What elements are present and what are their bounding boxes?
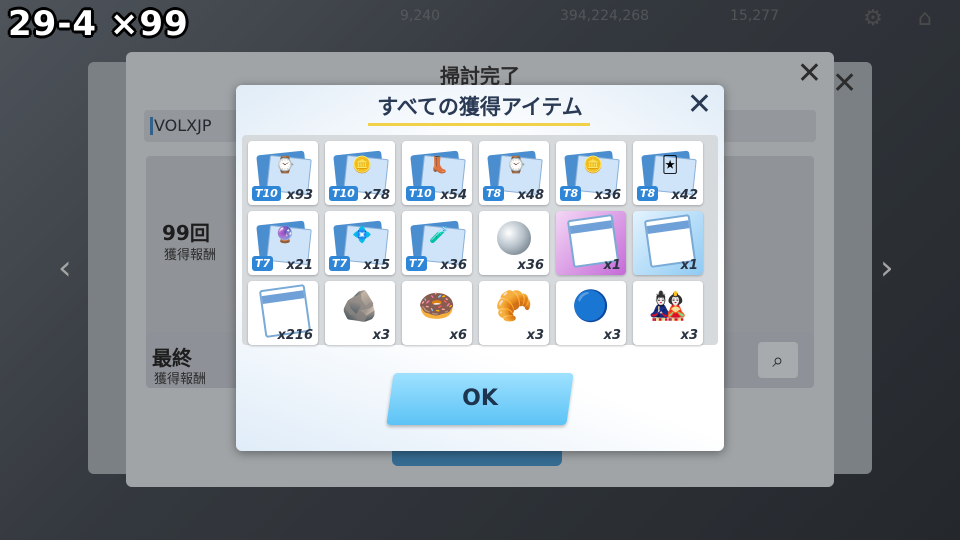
blueprint-icon: 🪙 (331, 150, 389, 196)
item-tile[interactable]: x36 (479, 211, 549, 275)
ring-artifact-icon: 🍩 (418, 289, 456, 324)
tier-badge: T7 (252, 256, 274, 271)
pink-badge-icon: 💠 (352, 225, 372, 244)
item-tile[interactable]: 🃏 T8 x42 (633, 141, 703, 205)
item-tile[interactable]: 🪨 x3 (325, 281, 395, 345)
title-underline (368, 123, 590, 126)
item-grid-container: ⌚ T10 x93 🪙 T10 x78 👢 T10 x54 ⌚ T8 x48 🪙 T8 x36 🃏 T8 x42 🔮… (242, 135, 718, 345)
item-tile[interactable]: 🔵 x3 (556, 281, 626, 345)
item-grid: ⌚ T10 x93 🪙 T10 x78 👢 T10 x54 ⌚ T8 x48 🪙 T8 x36 🃏 T8 x42 🔮… (248, 139, 703, 349)
doll-figure-icon: 🎎 (649, 289, 687, 324)
item-quantity: x1 (603, 258, 621, 273)
item-quantity: x93 (286, 188, 313, 203)
item-tile[interactable]: 👢 T10 x54 (402, 141, 472, 205)
watch-icon: ⌚ (506, 155, 526, 174)
item-quantity: x15 (363, 258, 390, 273)
item-tile[interactable]: 🪙 T8 x36 (556, 141, 626, 205)
item-quantity: x1 (680, 258, 698, 273)
purple-bracer-icon: 🧪 (429, 225, 449, 244)
tier-badge: T8 (483, 186, 505, 201)
item-quantity: x36 (517, 258, 544, 273)
blueprint-icon: 🧪 (408, 220, 466, 266)
item-quantity: x48 (517, 188, 544, 203)
tier-badge: T7 (406, 256, 428, 271)
silver-orb-icon (497, 221, 531, 255)
item-quantity: x3 (526, 328, 544, 343)
item-tile[interactable]: 🎎 x3 (633, 281, 703, 345)
item-quantity: x54 (440, 188, 467, 203)
tier-badge: T8 (637, 186, 659, 201)
item-tile[interactable]: ⌚ T8 x48 (479, 141, 549, 205)
tier-badge: T7 (329, 256, 351, 271)
item-quantity: x21 (286, 258, 313, 273)
blueprint-icon: 🃏 (639, 150, 697, 196)
purple-charm-icon: 🔮 (275, 225, 295, 244)
item-quantity: x216 (277, 328, 313, 343)
gold-coin-icon: 🪙 (352, 155, 372, 174)
golden-croissant-icon: 🥐 (495, 289, 533, 324)
brown-coin-icon: 🪙 (583, 155, 603, 174)
dialog-title: すべての獲得アイテム (377, 95, 583, 119)
item-quantity: x36 (594, 188, 621, 203)
item-quantity: x3 (603, 328, 621, 343)
item-tile[interactable]: 🍩 x6 (402, 281, 472, 345)
blueprint-icon: 🪙 (562, 150, 620, 196)
item-quantity: x6 (449, 328, 467, 343)
item-tile[interactable]: 🧪 T7 x36 (402, 211, 472, 275)
blueprint-icon: 🔮 (254, 220, 312, 266)
item-quantity: x3 (372, 328, 390, 343)
item-quantity: x36 (440, 258, 467, 273)
item-quantity: x78 (363, 188, 390, 203)
item-tile[interactable]: 🔮 T7 x21 (248, 211, 318, 275)
all-items-dialog: すべての獲得アイテム ✕ ⌚ T10 x93 🪙 T10 x78 👢 T10 x54 ⌚ T8 x48… (236, 85, 724, 451)
tier-badge: T8 (560, 186, 582, 201)
item-tile[interactable]: 🥐 x3 (479, 281, 549, 345)
item-tile[interactable]: x1 (556, 211, 626, 275)
blueprint-icon: 💠 (331, 220, 389, 266)
overlay-label: 29-4 ×99 (8, 4, 189, 44)
ok-button[interactable]: OK (390, 373, 570, 425)
paper-cards-icon: 🃏 (661, 155, 679, 174)
tier-badge: T10 (252, 186, 281, 201)
blueprint-icon: 👢 (408, 150, 466, 196)
item-tile[interactable]: ⌚ T10 x93 (248, 141, 318, 205)
item-quantity: x42 (671, 188, 698, 203)
item-tile[interactable]: x216 (248, 281, 318, 345)
tier-badge: T10 (406, 186, 435, 201)
close-icon[interactable]: ✕ (687, 87, 712, 122)
crystal-ball-icon: 🔵 (572, 289, 610, 324)
item-quantity: x3 (680, 328, 698, 343)
blueprint-icon: ⌚ (254, 150, 312, 196)
item-tile[interactable]: 💠 T7 x15 (325, 211, 395, 275)
dark-gadget-icon: ⌚ (275, 155, 295, 174)
dark-boots-icon: 👢 (429, 155, 449, 174)
black-stone-icon: 🪨 (341, 289, 379, 324)
blueprint-icon: ⌚ (485, 150, 543, 196)
item-tile[interactable]: x1 (633, 211, 703, 275)
item-tile[interactable]: 🪙 T10 x78 (325, 141, 395, 205)
tier-badge: T10 (329, 186, 358, 201)
